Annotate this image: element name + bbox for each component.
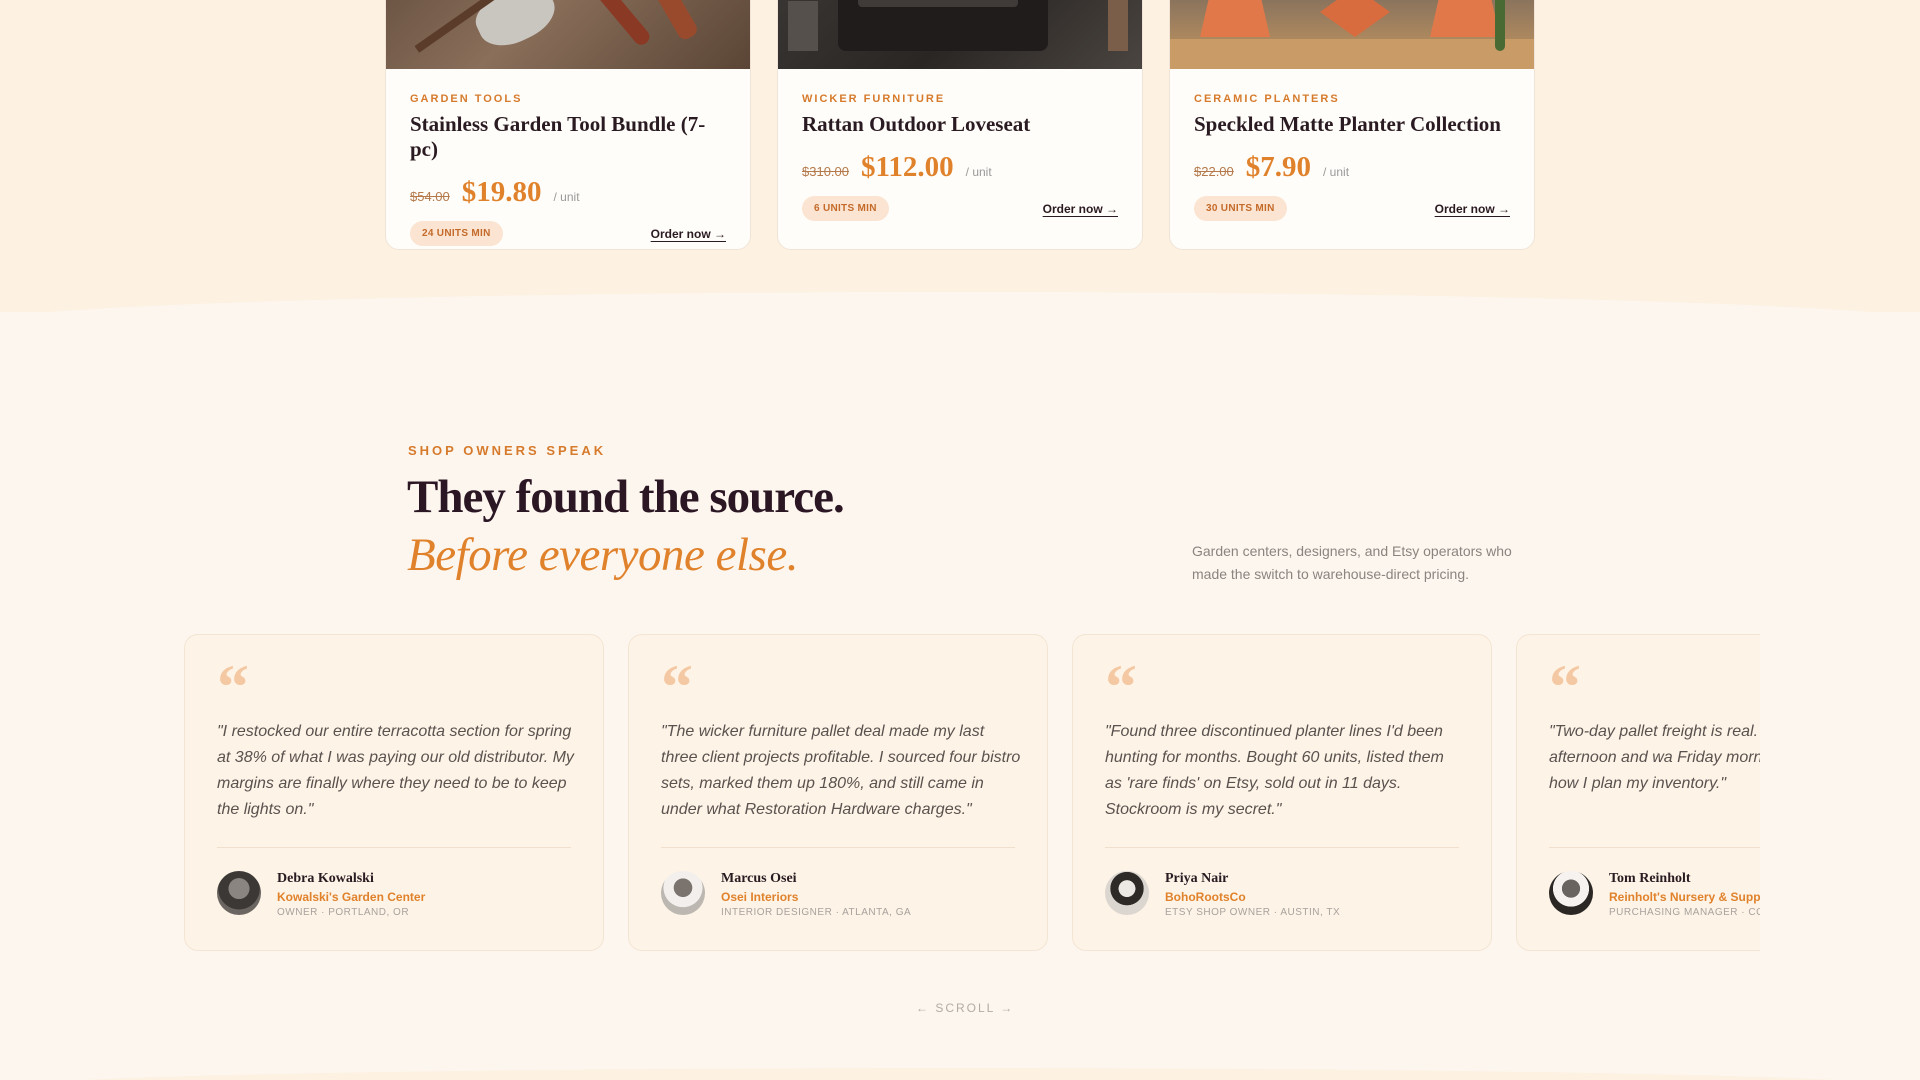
product-category: GARDEN TOOLS [410,93,523,105]
order-now-link[interactable]: Order now → [651,227,726,241]
testimonial-quote: "Found three discontinued planter lines … [1105,723,1444,818]
price-unit: / unit [553,190,580,204]
testimonial-card: “ "Found three discontinued planter line… [1072,634,1492,951]
author-role: PURCHASING MANAGER · CO [1609,907,1760,918]
ceramic-planters-image [1170,0,1534,69]
testimonial-card: “ "I restocked our entire terracotta sec… [184,634,604,951]
author-name: Debra Kowalski [277,871,374,886]
author-name: Priya Nair [1165,871,1229,886]
section-eyebrow: SHOP OWNERS SPEAK [408,443,607,458]
garden-tools-image [386,0,750,69]
section-headline-italic: Before everyone else. [407,529,798,581]
sale-price: $7.90 [1245,151,1312,183]
quote-icon: “ [217,651,249,722]
minimum-units-badge: 30 UNITS MIN [1194,196,1287,221]
divider [1549,847,1760,848]
sale-price: $19.80 [461,176,542,208]
author-company: Kowalski's Garden Center [277,890,426,904]
avatar [661,871,705,915]
author-role: INTERIOR DESIGNER · ATLANTA, GA [721,907,912,918]
testimonial-quote: "I restocked our entire terracotta secti… [217,723,574,818]
product-name: Stainless Garden Tool Bundle (7-pc) [410,112,706,161]
author-role: OWNER · PORTLAND, OR [277,907,410,918]
divider [1105,847,1459,848]
quote-icon: “ [1549,651,1581,722]
price-unit: / unit [1323,165,1350,179]
order-now-link[interactable]: Order now → [1043,202,1118,216]
author-company: Osei Interiors [721,890,799,904]
old-price: $22.00 [1194,164,1234,179]
product-category: CERAMIC PLANTERS [1194,93,1340,105]
quote-icon: “ [1105,651,1137,722]
sale-price: $112.00 [861,151,954,183]
testimonial-quote: "Two-day pallet freight is real. Wednesd… [1549,723,1760,792]
avatar [1105,871,1149,915]
minimum-units-badge: 6 UNITS MIN [802,196,889,221]
product-card[interactable]: GARDEN TOOLS Stainless Garden Tool Bundl… [385,0,751,250]
product-name: Speckled Matte Planter Collection [1194,112,1501,136]
product-name: Rattan Outdoor Loveseat [802,112,1031,136]
author-name: Tom Reinholt [1609,871,1691,886]
divider [661,847,1015,848]
author-name: Marcus Osei [721,871,797,886]
scroll-hint[interactable]: ← SCROLL → [916,1001,1014,1015]
old-price: $54.00 [410,189,450,204]
product-card[interactable]: WICKER FURNITURE Rattan Outdoor Loveseat… [777,0,1143,250]
quote-icon: “ [661,651,693,722]
author-company: Reinholt's Nursery & Supp [1609,890,1760,904]
product-category: WICKER FURNITURE [802,93,946,105]
old-price: $310.00 [802,164,849,179]
testimonial-card: “ "The wicker furniture pallet deal made… [628,634,1048,951]
minimum-units-badge: 24 UNITS MIN [410,221,503,246]
author-company: BohoRootsCo [1165,890,1246,904]
divider [217,847,571,848]
author-role: ETSY SHOP OWNER · AUSTIN, TX [1165,907,1341,918]
testimonial-card: “ "Two-day pallet freight is real. Wedne… [1516,634,1760,951]
testimonial-carousel[interactable]: “ "I restocked our entire terracotta sec… [184,634,1760,952]
avatar [217,871,261,915]
avatar [1549,871,1593,915]
wicker-loveseat-image [778,0,1142,69]
section-headline: They found the source. [407,471,845,523]
price-unit: / unit [965,165,992,179]
product-card[interactable]: CERAMIC PLANTERS Speckled Matte Planter … [1169,0,1535,250]
order-now-link[interactable]: Order now → [1435,202,1510,216]
next-section-band [0,1068,1920,1080]
testimonial-quote: "The wicker furniture pallet deal made m… [661,723,1021,818]
section-intro: Garden centers, designers, and Etsy oper… [1192,543,1512,582]
